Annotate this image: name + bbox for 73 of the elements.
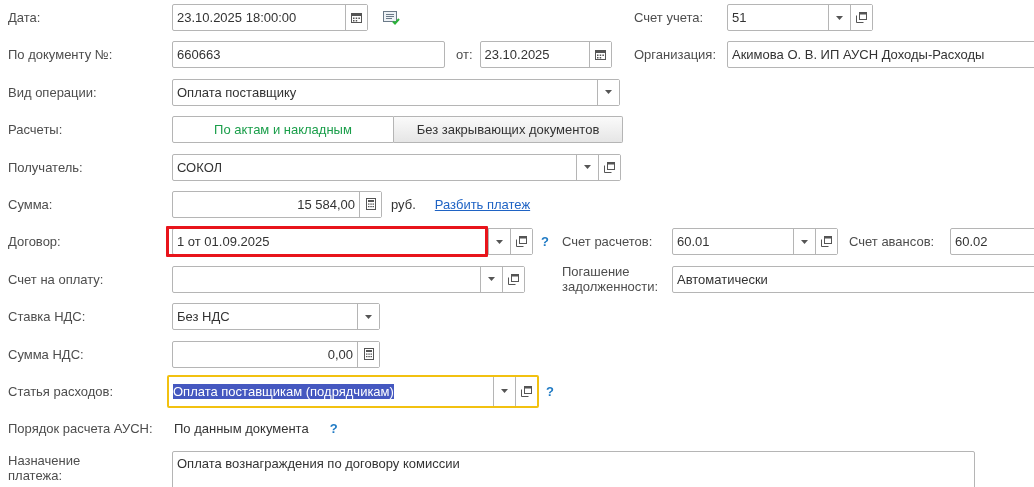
currency-label: руб. (391, 196, 416, 212)
calculator-icon (365, 198, 376, 211)
field-label: Погашение задолженности: (562, 264, 660, 295)
caret-icon (605, 90, 612, 95)
field-label: Статья расходов: (8, 383, 115, 399)
invoice-field[interactable] (172, 265, 525, 293)
open-button[interactable] (502, 266, 524, 292)
vat-amount-field[interactable]: 0,00 (172, 340, 380, 368)
field-value: По данным документа (174, 421, 309, 437)
advance-account-field[interactable]: 60.02 (950, 228, 1034, 256)
caret-icon (496, 239, 503, 244)
squares-icon (521, 385, 532, 397)
vat-rate-field[interactable]: Без НДС (172, 303, 380, 331)
split-payment-link[interactable]: Разбить платеж (434, 196, 531, 212)
open-button[interactable] (850, 5, 872, 30)
caret-icon (584, 165, 591, 170)
caret-icon (836, 15, 843, 20)
field-label: Ставка НДС: (8, 309, 87, 325)
date-field[interactable]: 23.10.2025 18:00:00 (172, 4, 368, 31)
help-link[interactable]: ? (546, 383, 554, 399)
field-label: Назначение платежа: (8, 451, 82, 483)
toggle-option[interactable]: Без закрывающих документов (394, 116, 623, 144)
squares-icon (516, 236, 527, 248)
recipient-field[interactable]: СОКОЛ (172, 153, 621, 181)
field-label: Порядок расчета АУСН: (8, 421, 154, 437)
debt-repayment-field[interactable]: Автоматически (672, 265, 1034, 293)
field-label: По документу №: (8, 47, 114, 63)
field-label: Сумма: (8, 196, 54, 212)
field-label: Договор: (8, 234, 62, 250)
field-label: Организация: (634, 47, 718, 63)
squares-icon (508, 273, 519, 285)
calendar-icon (351, 12, 362, 23)
settlement-account-field[interactable]: 60.01 (672, 228, 838, 256)
document-date-field[interactable]: 23.10.2025 (479, 41, 612, 69)
operation-field[interactable]: Оплата поставщику (172, 78, 620, 106)
toggle-option[interactable]: По актам и накладным (172, 116, 394, 144)
open-button[interactable] (815, 229, 837, 255)
document-check-icon[interactable] (383, 10, 400, 25)
squares-icon (604, 161, 615, 173)
caret-icon (801, 239, 808, 244)
account-field[interactable]: 51 (727, 4, 873, 31)
help-link[interactable]: ? (329, 421, 338, 437)
field-label: Расчеты: (8, 122, 64, 138)
calculator-button[interactable] (359, 191, 381, 217)
calculator-icon (363, 348, 374, 360)
caret-icon (365, 314, 372, 319)
calendar-button[interactable] (345, 5, 367, 30)
help-link[interactable]: ? (541, 234, 549, 250)
field-label: Счет на оплату: (8, 271, 105, 287)
field-label: Дата: (8, 10, 42, 25)
field-label: Вид операции: (8, 84, 98, 100)
field-label: Счет авансов: (849, 234, 936, 250)
purpose-field[interactable]: Оплата вознаграждения по договору комиссии (172, 450, 975, 487)
caret-icon (488, 277, 495, 282)
calendar-icon (594, 49, 606, 61)
organization-field[interactable]: Акимова О. В. ИП АУСН Доходы-Расходы (727, 41, 1034, 69)
field-label: Получатель: (8, 159, 84, 175)
calculator-button[interactable] (357, 341, 379, 367)
squares-icon (856, 12, 867, 23)
caret-icon (501, 389, 508, 394)
dropdown-button[interactable] (357, 304, 379, 330)
field-label: Счет расчетов: (562, 234, 654, 250)
open-button[interactable] (598, 154, 620, 180)
amount-field[interactable]: 15 584,00 (172, 190, 382, 218)
calendar-button[interactable] (588, 42, 611, 68)
expense-item-field[interactable]: Оплата поставщикам (подрядчикам) (167, 374, 539, 408)
field-label: от: (456, 47, 473, 63)
squares-icon (821, 236, 832, 248)
field-label: Сумма НДС: (8, 346, 85, 362)
field-label: Счет учета: (634, 10, 705, 25)
open-button[interactable] (510, 229, 532, 255)
dropdown-button[interactable] (597, 79, 619, 105)
document-number-field[interactable]: 660663 (172, 41, 445, 69)
